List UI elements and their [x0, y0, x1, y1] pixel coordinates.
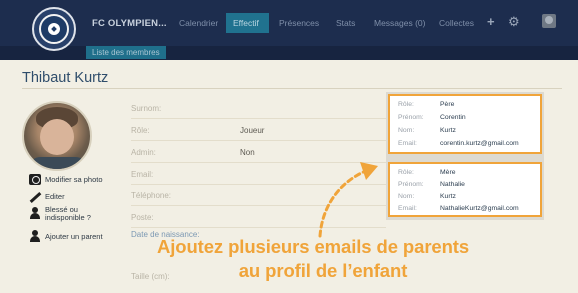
caption-line-2: au profil de l’enfant [238, 260, 408, 281]
team-name[interactable]: FC OLYMPIEN... [92, 18, 167, 29]
edit-photo-link[interactable]: Modifier sa photo [45, 175, 103, 184]
parent-role-label: Rôle: [398, 169, 414, 176]
field-label-surnom: Surnom: [131, 104, 162, 113]
parent-last-name: Kurtz [440, 127, 456, 134]
photo-shirt [30, 157, 86, 169]
members-list-link[interactable]: Liste des membres [86, 46, 166, 59]
edit-link[interactable]: Editer [45, 192, 65, 201]
row-divider [131, 140, 386, 141]
app-window: Liste des membres FC OLYMPIEN... Calendr… [0, 0, 578, 293]
parent-email[interactable]: NathalieKurtz@gmail.com [440, 205, 519, 212]
camera-icon[interactable] [29, 174, 41, 185]
parent-first-name: Nathalie [440, 181, 465, 188]
parent-first-label: Prénom: [398, 114, 424, 121]
caption-line-1: Ajoutez plusieurs emails de parents [156, 236, 470, 257]
parent-role: Père [440, 101, 455, 108]
parent-card: Rôle: Père Prénom: Corentin Nom: Kurtz E… [388, 94, 542, 154]
parent-email-label: Email: [398, 205, 417, 212]
field-value-admin: Non [240, 148, 255, 157]
field-label-telephone: Téléphone: [131, 191, 172, 200]
tab-stats[interactable]: Stats [336, 18, 355, 28]
divider [22, 88, 562, 89]
parent-last-label: Nom: [398, 127, 415, 134]
avatar-icon[interactable] [542, 14, 556, 28]
parent-first-label: Prénom: [398, 181, 424, 188]
field-label-poste: Poste: [131, 213, 154, 222]
tab-collectes[interactable]: Collectes [439, 18, 474, 28]
injury-link-line2[interactable]: indisponible ? [45, 213, 91, 222]
field-label-admin: Admin: [131, 148, 156, 157]
injured-icon[interactable] [29, 207, 41, 219]
parent-email[interactable]: corentin.kurtz@gmail.com [440, 140, 519, 147]
plus-icon[interactable]: + [487, 12, 495, 32]
row-divider [131, 118, 386, 119]
tab-calendrier[interactable]: Calendrier [179, 18, 218, 28]
field-label-role: Rôle: [131, 126, 150, 135]
field-value-role: Joueur [240, 126, 265, 135]
club-logo[interactable] [32, 7, 76, 51]
profile-photo [22, 101, 92, 171]
parent-last-label: Nom: [398, 193, 415, 200]
pencil-icon[interactable] [29, 192, 42, 203]
photo-face [40, 119, 74, 155]
tab-messages[interactable]: Messages (0) [374, 18, 426, 28]
parent-role-label: Rôle: [398, 101, 414, 108]
field-label-email: Email: [131, 170, 154, 179]
tab-effectif[interactable]: Effectif [233, 18, 259, 28]
tab-presences[interactable]: Présences [279, 18, 319, 28]
football-icon [48, 23, 60, 35]
parent-email-label: Email: [398, 140, 417, 147]
parent-first-name: Corentin [440, 114, 466, 121]
parent-card: Rôle: Mère Prénom: Nathalie Nom: Kurtz E… [388, 162, 542, 217]
page-title: Thibaut Kurtz [22, 70, 109, 86]
gear-icon[interactable]: ⚙ [508, 12, 520, 32]
parent-role: Mère [440, 169, 456, 176]
parent-last-name: Kurtz [440, 193, 456, 200]
curved-arrow-icon [318, 162, 378, 238]
